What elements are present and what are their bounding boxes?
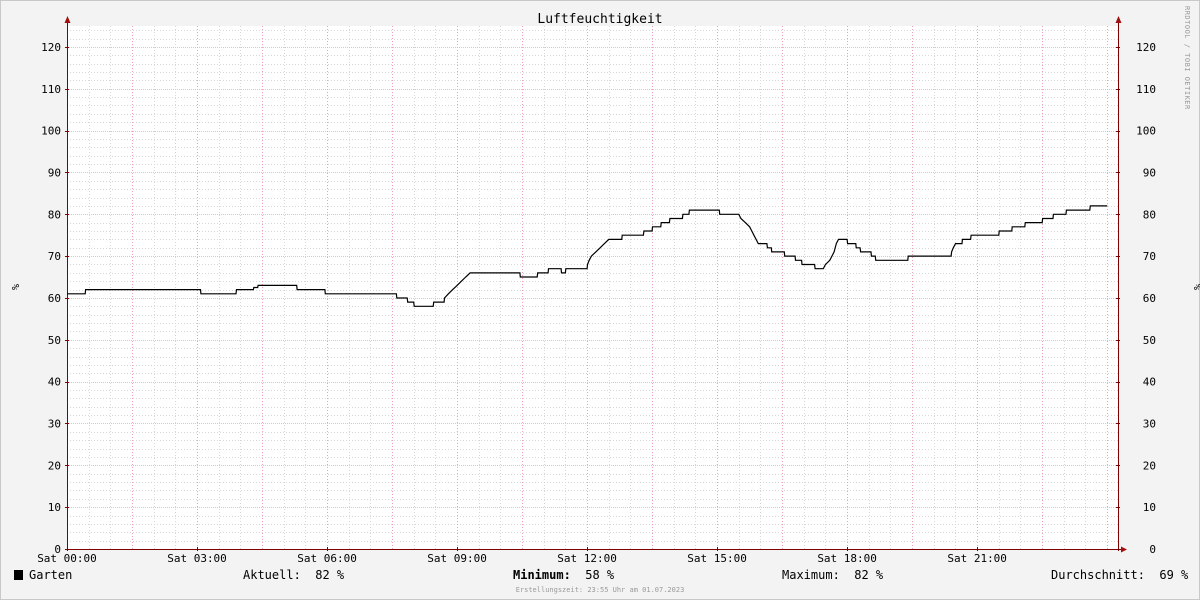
x-tick-label: Sat 15:00: [687, 552, 747, 565]
y-axis-label-left: %: [9, 284, 20, 290]
y-tick-label: 50: [1143, 334, 1156, 347]
legend-series-name: Garten: [29, 568, 73, 582]
y-axis-arrow-right: [1115, 16, 1122, 23]
x-tick-labels: Sat 00:00 Sat 03:00 Sat 06:00 Sat 09:00 Sat …: [37, 552, 1007, 565]
legend-min-label: Minimum:: [513, 568, 571, 582]
legend-current-label: Aktuell:: [243, 568, 301, 582]
plot-area: [67, 26, 1118, 549]
y-tick-label: 20: [1143, 459, 1156, 472]
y-tick-label: 60: [1143, 292, 1156, 305]
y-axis-arrow-left: [64, 16, 71, 23]
y-tick-label: 40: [48, 376, 61, 389]
legend-minimum: Minimum: 58 %: [513, 568, 614, 582]
chart-title: Luftfeuchtigkeit: [537, 12, 662, 27]
y-tick-label: 60: [48, 292, 61, 305]
y-tick-label: 70: [1143, 250, 1156, 263]
y-tick-label: 70: [48, 250, 61, 263]
y-tick-label: 90: [1143, 166, 1156, 179]
legend-avg-value: 69 %: [1159, 568, 1189, 582]
x-tick-label: Sat 18:00: [817, 552, 877, 565]
legend-average: Durchschnitt: 69 %: [1051, 568, 1188, 582]
x-tick-label: Sat 21:00: [947, 552, 1007, 565]
legend-min-value: 58 %: [585, 568, 615, 582]
y-axis-label-right: %: [1191, 284, 1200, 290]
y-tick-label: 120: [41, 41, 61, 54]
legend-current: Aktuell: 82 %: [243, 568, 344, 582]
y-tick-label: 30: [1143, 417, 1156, 430]
y-tick-label: 30: [48, 417, 61, 430]
y-tick-label: 110: [1136, 83, 1156, 96]
creation-timestamp: Erstellungszeit: 23:55 Uhr am 01.07.2023: [515, 586, 685, 594]
y-tick-label: 40: [1143, 376, 1156, 389]
x-tick-label: Sat 03:00: [167, 552, 227, 565]
legend-avg-label: Durchschnitt:: [1051, 568, 1145, 582]
y-tick-label: 110: [41, 83, 61, 96]
x-tick-label: Sat 12:00: [557, 552, 617, 565]
y-tick-label: 10: [1143, 501, 1156, 514]
y-tick-label: 80: [1143, 208, 1156, 221]
legend-maximum: Maximum: 82 %: [782, 568, 883, 582]
y-tick-label: 10: [48, 501, 61, 514]
legend-current-value: 82 %: [315, 568, 345, 582]
y-tick-label: 20: [48, 459, 61, 472]
legend-swatch: [14, 570, 23, 580]
x-tick-label: Sat 06:00: [297, 552, 357, 565]
legend-max-value: 82 %: [854, 568, 884, 582]
y-tick-label: 120: [1136, 41, 1156, 54]
y-tick-label: 90: [48, 166, 61, 179]
legend-max-label: Maximum:: [782, 568, 840, 582]
y-tick-label: 50: [48, 334, 61, 347]
rrdtool-watermark: RRDTOOL / TOBI OETIKER: [1183, 6, 1191, 110]
y-tick-label: 100: [1136, 125, 1156, 138]
x-tick-label: Sat 00:00: [37, 552, 97, 565]
humidity-chart: 0 10 20 30 40 50 60 70 80 90 100 110 120 0 10 20 30 40 50…: [9, 12, 1200, 565]
y-tick-label: 0: [1149, 543, 1156, 556]
y-tick-label: 80: [48, 208, 61, 221]
y-tick-label: 100: [41, 125, 61, 138]
x-tick-label: Sat 09:00: [427, 552, 487, 565]
y-tick-labels-left: 0102030405060708090100110120: [41, 41, 61, 556]
x-axis-arrow: [1121, 546, 1127, 553]
legend-series: Garten: [14, 568, 72, 582]
y-tick-labels-right: 0 10 20 30 40 50 60 70 80 90 100 110 120: [1136, 41, 1156, 556]
